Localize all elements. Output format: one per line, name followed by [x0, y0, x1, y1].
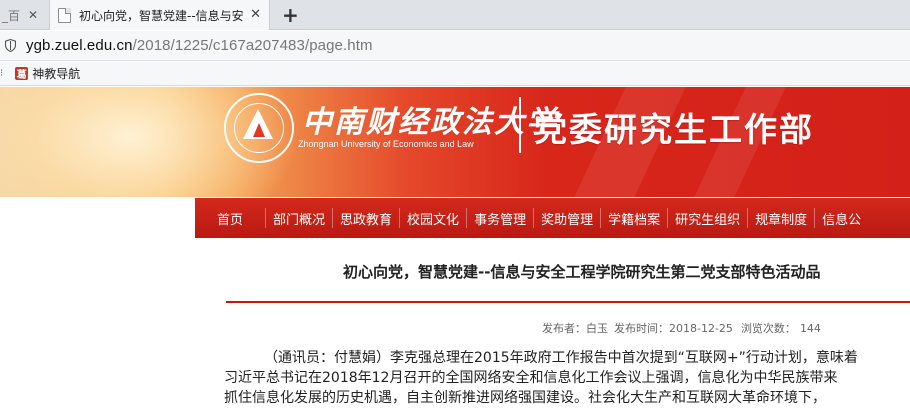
article-body: （通讯员：付慧娟）李克强总理在2015年政府工作报告中首次提到“互联网+”行动计…: [224, 348, 910, 408]
article-meta: 发布者：白玉 发布时间：2018-12-25 浏览次数： 144: [542, 320, 829, 336]
university-seal-logo[interactable]: [224, 93, 294, 163]
nav-separator: [533, 208, 535, 228]
bookmark-label: 神教导航: [32, 67, 81, 81]
site-security-shield-icon[interactable]: [5, 39, 16, 52]
nav-item-ideological-education[interactable]: 思政教育: [340, 209, 392, 228]
nav-separator: [265, 208, 267, 228]
browser-tab-previous[interactable]: _百 ✕: [0, 0, 46, 30]
seal-triangle-inner: [253, 123, 265, 137]
nav-item-affairs-management[interactable]: 事务管理: [474, 209, 526, 228]
article-views-count: 144: [799, 322, 821, 335]
article-paragraph-line: （通讯员：付慧娟）李克强总理在2015年政府工作报告中首次提到“互联网+”行动计…: [264, 350, 858, 366]
bookmark-item[interactable]: 葛 神教导航: [5, 65, 80, 82]
web-page: 中南财经政法大学 Zhongnan University of Economic…: [0, 87, 910, 410]
tab-close-icon[interactable]: ✕: [28, 8, 38, 22]
url-text[interactable]: ygb.zuel.edu.cn/2018/1225/c167a207483/pa…: [26, 37, 373, 54]
nav-separator: [600, 208, 602, 228]
article-title: 初心向党，智慧党建--信息与安全工程学院研究生第二党支部特色活动品: [343, 263, 821, 281]
nav-item-information-disclosure[interactable]: 信息公: [822, 209, 861, 228]
tab-title: _百: [2, 8, 21, 23]
nav-separator: [466, 208, 468, 228]
nav-item-scholarship-management[interactable]: 奖助管理: [541, 209, 593, 228]
bookmark-favicon-icon: 葛: [15, 67, 29, 81]
nav-separator: [399, 208, 401, 228]
bookmarks-bar: ⁝ 葛 神教导航: [0, 62, 910, 86]
tab-title: 初心向党，智慧党建--信息与安: [79, 8, 244, 23]
nav-item-regulations[interactable]: 规章制度: [755, 209, 807, 228]
tab-close-icon[interactable]: ✕: [250, 7, 261, 22]
article-paragraph-line: 习近平总书记在2018年12月召开的全国网络安全和信息化工作会议上强调，信息化为…: [224, 370, 838, 386]
browser-tab-active[interactable]: 初心向党，智慧党建--信息与安 ✕: [49, 0, 270, 30]
nav-separator: [814, 208, 816, 228]
title-divider: [226, 301, 910, 303]
article-views-label: 浏览次数：: [740, 322, 796, 335]
nav-separator: [747, 208, 749, 228]
nav-item-campus-culture[interactable]: 校园文化: [407, 209, 459, 228]
article-publisher: 发布者：白玉: [542, 322, 608, 335]
nav-item-graduate-organizations[interactable]: 研究生组织: [675, 209, 740, 228]
page-favicon-icon: [58, 7, 71, 23]
school-name-en: Zhongnan University of Economics and Law: [298, 139, 474, 149]
article-date: 发布时间：2018-12-25: [614, 322, 733, 335]
url-path: /2018/1225/c167a207483/page.htm: [132, 37, 373, 54]
nav-item-student-records[interactable]: 学籍档案: [608, 209, 660, 228]
banner-divider: [519, 97, 521, 153]
nav-item-department-overview[interactable]: 部门概况: [273, 209, 325, 228]
department-title: 党委研究生工作部: [534, 110, 814, 149]
nav-separator: [667, 208, 669, 228]
nav-separator: [332, 208, 334, 228]
browser-tab-bar: _百 ✕ 初心向党，智慧党建--信息与安 ✕ +: [0, 0, 910, 30]
main-nav: 首页 部门概况 思政教育 校园文化 事务管理 奖助管理 学籍档案 研究生组织 规…: [195, 198, 910, 238]
article-paragraph-line: 抓住信息化发展的历史机遇，自主创新推进网络强国建设。社会化大生产和互联网大革命环…: [224, 390, 826, 406]
url-host: ygb.zuel.edu.cn: [26, 37, 133, 54]
address-bar[interactable]: ygb.zuel.edu.cn/2018/1225/c167a207483/pa…: [0, 31, 910, 61]
bookmarks-overflow-icon[interactable]: ⁝: [0, 68, 3, 79]
site-banner: 中南财经政法大学 Zhongnan University of Economic…: [0, 87, 910, 197]
nav-item-home[interactable]: 首页: [217, 209, 243, 228]
new-tab-button[interactable]: +: [282, 3, 299, 27]
